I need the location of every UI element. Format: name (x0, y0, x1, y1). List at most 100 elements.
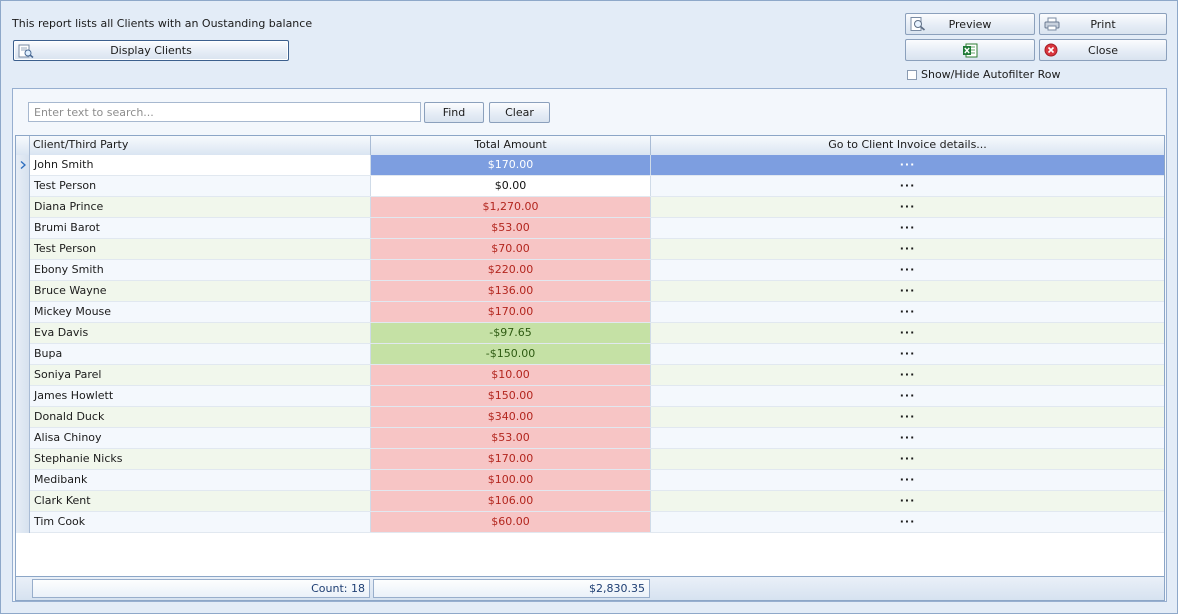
total-amount-cell[interactable]: $150.00 (371, 386, 651, 406)
row-indicator[interactable] (16, 197, 30, 218)
row-indicator[interactable] (16, 344, 30, 365)
client-name-cell[interactable]: Mickey Mouse (30, 302, 371, 322)
search-input[interactable] (28, 102, 421, 122)
column-header-total-amount[interactable]: Total Amount (371, 136, 651, 155)
total-amount-cell[interactable]: $60.00 (371, 512, 651, 532)
total-amount-cell[interactable]: $53.00 (371, 218, 651, 238)
client-name-cell[interactable]: John Smith (30, 155, 371, 175)
client-name-cell[interactable]: Bruce Wayne (30, 281, 371, 301)
row-indicator[interactable] (16, 155, 30, 176)
client-name-cell[interactable]: Ebony Smith (30, 260, 371, 280)
total-amount-cell[interactable]: $170.00 (371, 449, 651, 469)
client-name-cell[interactable]: Alisa Chinoy (30, 428, 371, 448)
row-indicator[interactable] (16, 428, 30, 449)
print-button[interactable]: Print (1039, 13, 1167, 35)
go-to-invoice-details-button[interactable]: ··· (651, 428, 1164, 448)
client-name-cell[interactable]: Brumi Barot (30, 218, 371, 238)
client-name-cell[interactable]: Test Person (30, 176, 371, 196)
table-row[interactable]: Stephanie Nicks $170.00 ··· (16, 449, 1164, 470)
client-name-cell[interactable]: Test Person (30, 239, 371, 259)
display-clients-button[interactable]: Display Clients (13, 40, 289, 61)
total-amount-cell[interactable]: $10.00 (371, 365, 651, 385)
row-indicator[interactable] (16, 449, 30, 470)
go-to-invoice-details-button[interactable]: ··· (651, 260, 1164, 280)
column-header-go-to-details[interactable]: Go to Client Invoice details... (651, 136, 1164, 155)
row-indicator[interactable] (16, 365, 30, 386)
total-amount-cell[interactable]: $170.00 (371, 155, 651, 175)
total-amount-cell[interactable]: $340.00 (371, 407, 651, 427)
go-to-invoice-details-button[interactable]: ··· (651, 386, 1164, 406)
row-indicator[interactable] (16, 218, 30, 239)
client-name-cell[interactable]: Soniya Parel (30, 365, 371, 385)
row-indicator[interactable] (16, 512, 30, 533)
table-row[interactable]: John Smith $170.00 ··· (16, 155, 1164, 176)
total-amount-cell[interactable]: $106.00 (371, 491, 651, 511)
table-row[interactable]: Clark Kent $106.00 ··· (16, 491, 1164, 512)
total-amount-cell[interactable]: $70.00 (371, 239, 651, 259)
go-to-invoice-details-button[interactable]: ··· (651, 281, 1164, 301)
table-row[interactable]: Diana Prince $1,270.00 ··· (16, 197, 1164, 218)
table-row[interactable]: Ebony Smith $220.00 ··· (16, 260, 1164, 281)
table-row[interactable]: Tim Cook $60.00 ··· (16, 512, 1164, 533)
total-amount-cell[interactable]: $53.00 (371, 428, 651, 448)
client-name-cell[interactable]: Donald Duck (30, 407, 371, 427)
go-to-invoice-details-button[interactable]: ··· (651, 512, 1164, 532)
go-to-invoice-details-button[interactable]: ··· (651, 491, 1164, 511)
find-button[interactable]: Find (424, 102, 484, 123)
row-indicator[interactable] (16, 386, 30, 407)
table-row[interactable]: Test Person $0.00 ··· (16, 176, 1164, 197)
row-indicator[interactable] (16, 407, 30, 428)
row-indicator[interactable] (16, 323, 30, 344)
table-row[interactable]: Soniya Parel $10.00 ··· (16, 365, 1164, 386)
table-row[interactable]: Bupa -$150.00 ··· (16, 344, 1164, 365)
table-row[interactable]: Brumi Barot $53.00 ··· (16, 218, 1164, 239)
export-excel-button[interactable] (905, 39, 1035, 61)
table-row[interactable]: Mickey Mouse $170.00 ··· (16, 302, 1164, 323)
table-row[interactable]: Test Person $70.00 ··· (16, 239, 1164, 260)
go-to-invoice-details-button[interactable]: ··· (651, 407, 1164, 427)
go-to-invoice-details-button[interactable]: ··· (651, 323, 1164, 343)
go-to-invoice-details-button[interactable]: ··· (651, 155, 1164, 175)
row-indicator[interactable] (16, 281, 30, 302)
row-indicator[interactable] (16, 470, 30, 491)
client-name-cell[interactable]: Diana Prince (30, 197, 371, 217)
table-row[interactable]: James Howlett $150.00 ··· (16, 386, 1164, 407)
autofilter-checkbox[interactable] (907, 69, 917, 80)
autofilter-toggle[interactable]: Show/Hide Autofilter Row (907, 68, 1060, 81)
client-name-cell[interactable]: Medibank (30, 470, 371, 490)
client-name-cell[interactable]: Clark Kent (30, 491, 371, 511)
row-indicator[interactable] (16, 491, 30, 512)
go-to-invoice-details-button[interactable]: ··· (651, 302, 1164, 322)
table-row[interactable]: Alisa Chinoy $53.00 ··· (16, 428, 1164, 449)
total-amount-cell[interactable]: $1,270.00 (371, 197, 651, 217)
row-indicator[interactable] (16, 176, 30, 197)
client-name-cell[interactable]: Bupa (30, 344, 371, 364)
row-indicator[interactable] (16, 302, 30, 323)
go-to-invoice-details-button[interactable]: ··· (651, 449, 1164, 469)
column-header-client[interactable]: Client/Third Party (30, 136, 371, 155)
total-amount-cell[interactable]: $220.00 (371, 260, 651, 280)
row-indicator[interactable] (16, 239, 30, 260)
client-name-cell[interactable]: Stephanie Nicks (30, 449, 371, 469)
table-row[interactable]: Eva Davis -$97.65 ··· (16, 323, 1164, 344)
client-name-cell[interactable]: James Howlett (30, 386, 371, 406)
go-to-invoice-details-button[interactable]: ··· (651, 218, 1164, 238)
go-to-invoice-details-button[interactable]: ··· (651, 470, 1164, 490)
go-to-invoice-details-button[interactable]: ··· (651, 197, 1164, 217)
total-amount-cell[interactable]: $0.00 (371, 176, 651, 196)
go-to-invoice-details-button[interactable]: ··· (651, 344, 1164, 364)
table-row[interactable]: Bruce Wayne $136.00 ··· (16, 281, 1164, 302)
table-row[interactable]: Donald Duck $340.00 ··· (16, 407, 1164, 428)
client-name-cell[interactable]: Eva Davis (30, 323, 371, 343)
total-amount-cell[interactable]: $100.00 (371, 470, 651, 490)
total-amount-cell[interactable]: $136.00 (371, 281, 651, 301)
total-amount-cell[interactable]: $170.00 (371, 302, 651, 322)
table-row[interactable]: Medibank $100.00 ··· (16, 470, 1164, 491)
total-amount-cell[interactable]: -$150.00 (371, 344, 651, 364)
preview-button[interactable]: Preview (905, 13, 1035, 35)
row-indicator[interactable] (16, 260, 30, 281)
clear-button[interactable]: Clear (489, 102, 550, 123)
go-to-invoice-details-button[interactable]: ··· (651, 176, 1164, 196)
total-amount-cell[interactable]: -$97.65 (371, 323, 651, 343)
go-to-invoice-details-button[interactable]: ··· (651, 365, 1164, 385)
